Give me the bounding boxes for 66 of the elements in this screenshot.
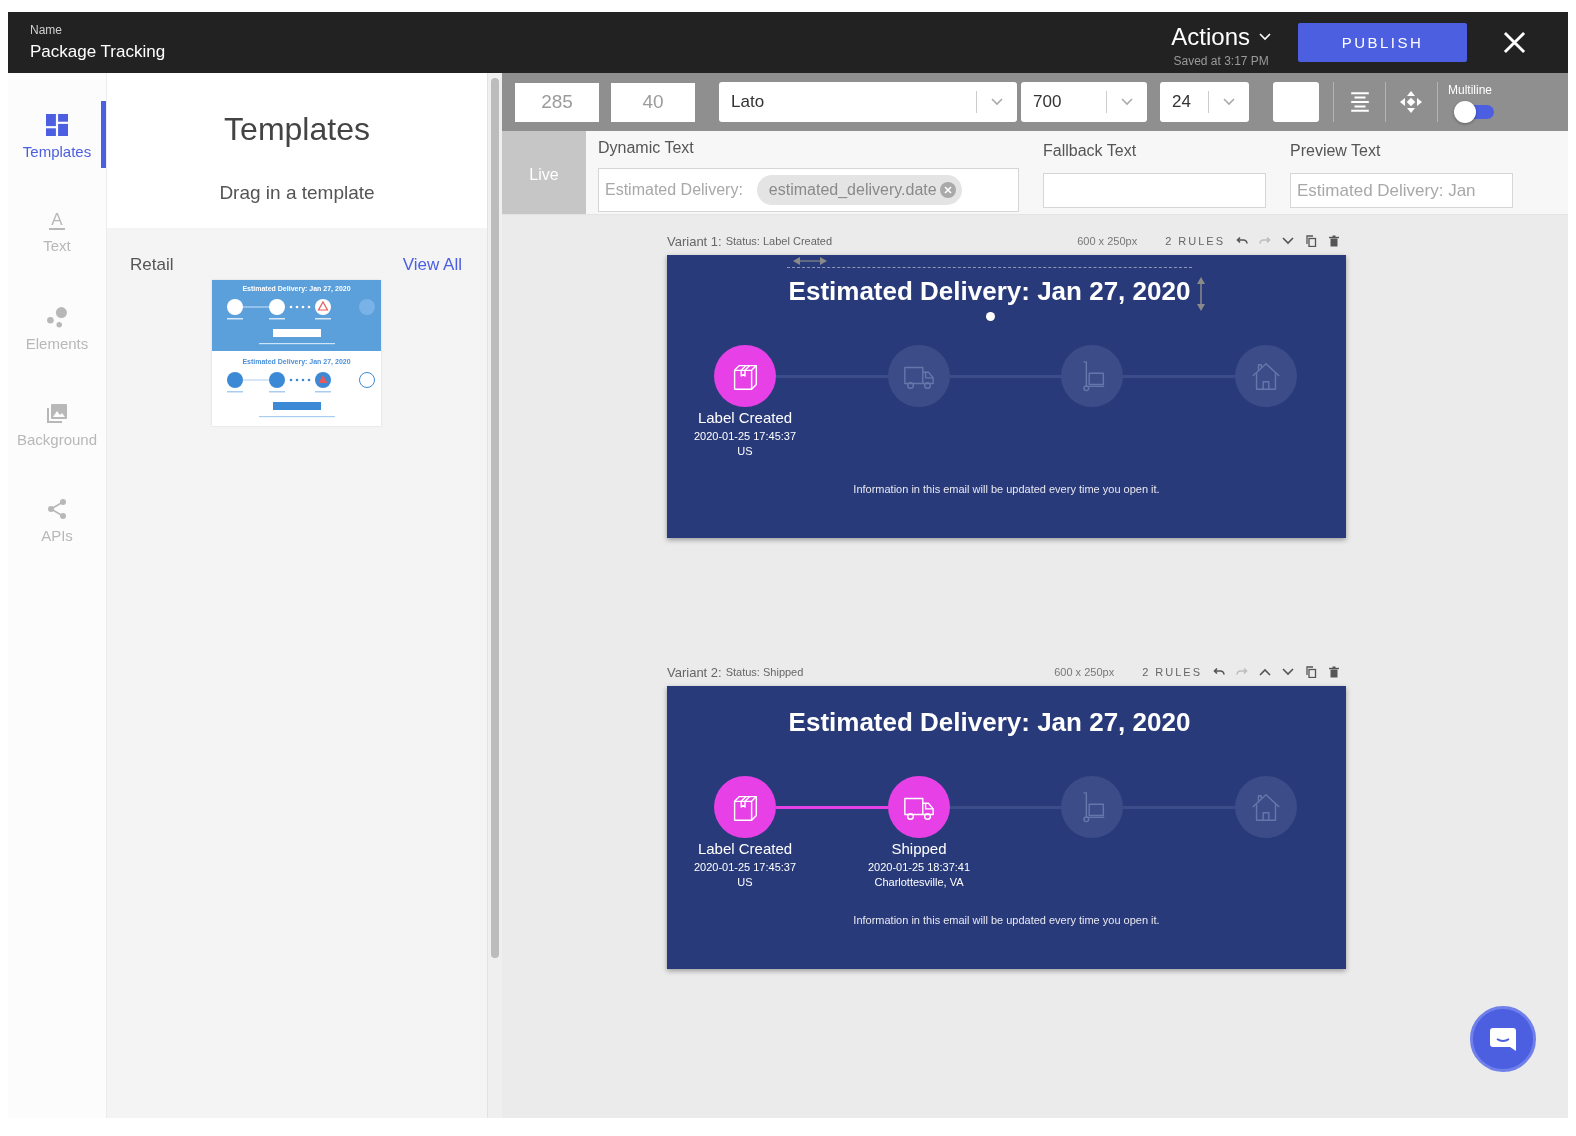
dots-icon (46, 305, 68, 328)
step-time: 2020-01-25 18:37:41 (867, 860, 971, 875)
publish-button[interactable]: PUBLISH (1298, 23, 1467, 62)
rules-link[interactable]: 2 RULES (1142, 666, 1202, 678)
y-position-field[interactable]: 40 (611, 82, 695, 122)
fallback-text-field[interactable] (1043, 173, 1266, 208)
dynamic-text-field[interactable]: Estimated Delivery: estimated_delivery.date (598, 168, 1019, 212)
trash-icon[interactable] (1328, 666, 1340, 678)
variant-status: Status: Label Created (725, 235, 833, 247)
chevron-down-icon[interactable] (1282, 668, 1294, 676)
share-icon (46, 497, 68, 520)
chevron-up-icon[interactable] (1259, 668, 1271, 676)
step-location: US (737, 875, 753, 890)
step-label: Label Created (697, 840, 793, 858)
email-heading[interactable]: Estimated Delivery: Jan 27, 2020 (788, 271, 1191, 311)
info-note: Information in this email will be updated every time you open it. (853, 914, 1160, 926)
variant-size: 600 x 250px (1054, 666, 1115, 678)
variable-chip[interactable]: estimated_delivery.date (756, 175, 962, 205)
chevron-down-icon[interactable] (1282, 237, 1294, 245)
horizontal-resize-icon[interactable] (792, 257, 827, 265)
font-weight-select[interactable]: 700 (1021, 82, 1147, 122)
vertical-resize-icon[interactable] (1196, 276, 1207, 312)
color-swatch[interactable] (1273, 82, 1319, 122)
field-label: Dynamic Text (598, 138, 695, 158)
category-title: Retail (130, 255, 174, 275)
variant-title: Variant 2: (667, 664, 722, 680)
field-label: Preview Text (1290, 141, 1382, 161)
step-location: US (737, 444, 753, 459)
copy-icon[interactable] (1305, 235, 1317, 247)
saved-status: Saved at 3:17 PM (1173, 53, 1269, 68)
info-note: Information in this email will be updated every time you open it. (853, 483, 1160, 495)
field-label: Fallback Text (1043, 141, 1138, 161)
step-time: 2020-01-25 17:45:37 (693, 429, 797, 444)
grid-icon (46, 113, 68, 136)
move-icon[interactable] (1399, 90, 1423, 114)
step-location: Charlottesville, VA (874, 875, 964, 890)
align-center-icon[interactable] (1349, 91, 1371, 113)
sidebar-item[interactable]: Templates (8, 101, 106, 168)
font-family-select[interactable]: Lato (719, 82, 1017, 122)
font-size-select[interactable]: 24 (1160, 82, 1249, 122)
variant-title: Variant 1: (667, 233, 722, 249)
step-time: 2020-01-25 17:45:37 (693, 860, 797, 875)
panel-title: Templates (224, 110, 370, 148)
actions-menu[interactable]: Actions (1171, 22, 1271, 51)
undo-icon[interactable] (1236, 235, 1248, 247)
toggle-switch[interactable] (1454, 101, 1496, 123)
multiline-label: Multiline (1448, 83, 1492, 97)
rules-link[interactable]: 2 RULES (1165, 235, 1225, 247)
variant-size: 600 x 250px (1077, 235, 1138, 247)
scrollbar-thumb[interactable] (491, 78, 499, 958)
close-icon[interactable] (1503, 31, 1526, 54)
copy-icon[interactable] (1305, 666, 1317, 678)
view-all-link[interactable]: View All (402, 255, 462, 275)
step-label: Shipped (891, 840, 947, 858)
variant-status: Status: Shipped (725, 666, 804, 678)
step-label: Label Created (697, 409, 793, 427)
project-name[interactable]: Package Tracking (30, 42, 166, 62)
panel-subtitle: Drag in a template (219, 182, 375, 204)
trash-icon[interactable] (1328, 235, 1340, 247)
email-heading[interactable]: Estimated Delivery: Jan 27, 2020 (788, 702, 1191, 742)
images-icon (46, 401, 68, 424)
name-label: Name (30, 23, 63, 37)
rotate-handle[interactable] (985, 312, 995, 321)
x-position-field[interactable]: 285 (515, 82, 599, 122)
field-text: Estimated Delivery: (605, 181, 743, 199)
undo-icon[interactable] (1213, 666, 1225, 678)
